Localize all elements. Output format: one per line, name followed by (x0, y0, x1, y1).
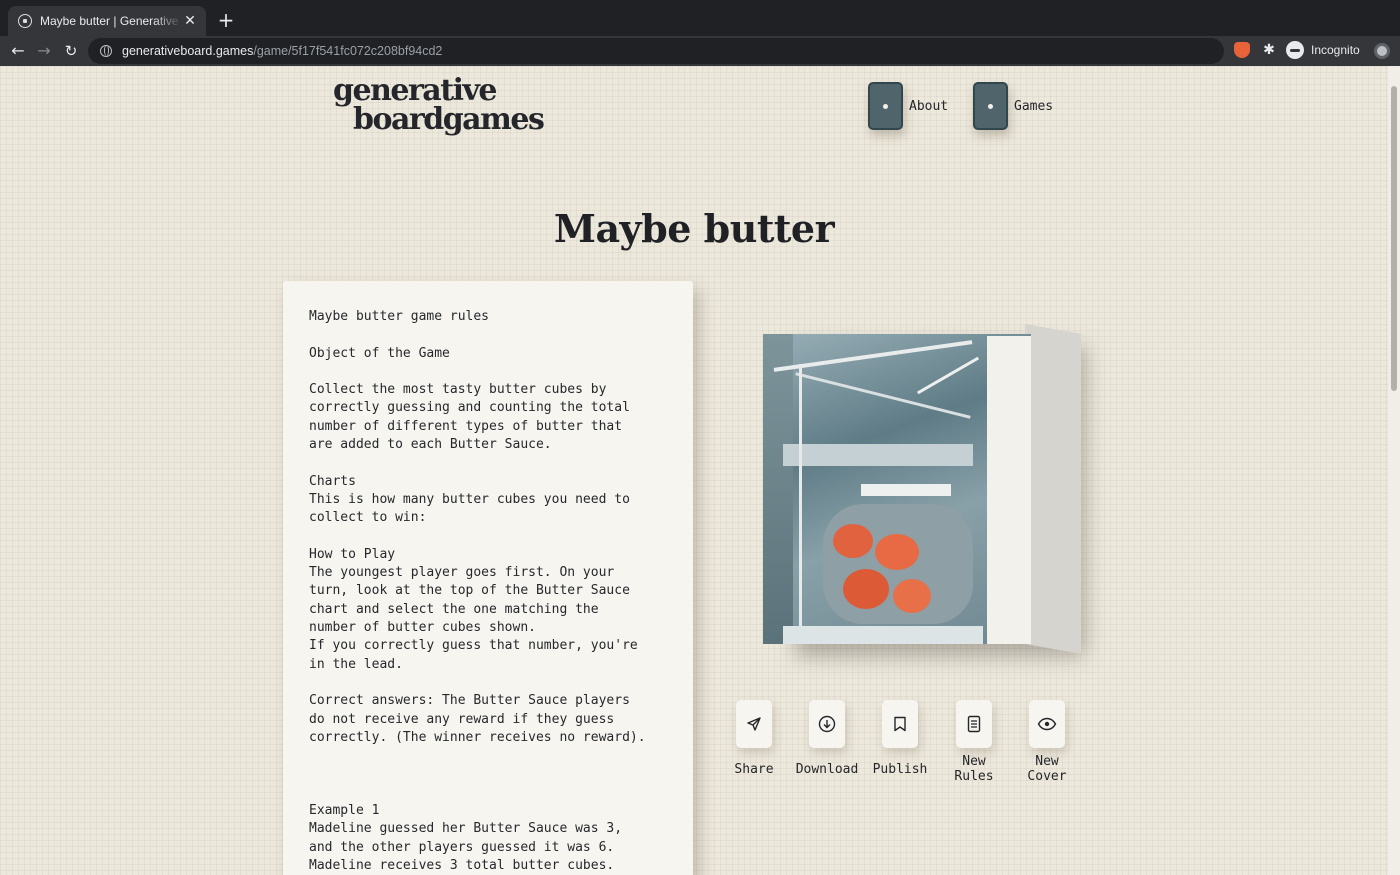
nav-games-link[interactable]: Games (973, 82, 1053, 130)
rules-text: Maybe butter game rules Object of the Ga… (309, 309, 646, 873)
new-rules-button-card[interactable] (956, 700, 992, 748)
extensions-puzzle-icon[interactable]: ✱ (1261, 42, 1277, 58)
publish-label: Publish (872, 762, 928, 777)
box-front-artwork (763, 334, 1031, 644)
publish-button-card[interactable] (882, 700, 918, 748)
address-bar[interactable]: generativeboard.games/game/5f17f541fc072… (88, 38, 1224, 64)
eye-icon (1037, 717, 1057, 731)
rules-card: Maybe butter game rules Object of the Ga… (283, 281, 693, 875)
share-button[interactable]: Share (714, 700, 794, 777)
share-button-card[interactable] (736, 700, 772, 748)
new-tab-button[interactable]: + (214, 8, 238, 32)
share-label: Share (734, 762, 774, 777)
url-host: generativeboard.games (122, 44, 254, 58)
nav-games-label: Games (1014, 98, 1054, 114)
tab-title: Maybe butter | Generative Board Games (40, 14, 182, 28)
download-circle-icon (818, 715, 836, 733)
card-icon (868, 82, 903, 130)
new-rules-label: New Rules (954, 754, 994, 784)
scrollbar-thumb[interactable] (1391, 86, 1397, 391)
profile-icon[interactable] (1374, 43, 1390, 59)
document-icon (967, 715, 981, 733)
download-button-card[interactable] (809, 700, 845, 748)
incognito-label: Incognito (1311, 43, 1360, 57)
url-text[interactable]: generativeboard.games/game/5f17f541fc072… (122, 44, 442, 58)
page-scrollbar[interactable] (1388, 66, 1400, 875)
card-pip-icon (883, 103, 888, 109)
logo-line-2: boardgames (353, 102, 545, 137)
logo-line-1: generative (333, 73, 497, 108)
box-lid-edge (987, 336, 1031, 644)
tab-close-icon[interactable]: ✕ (182, 13, 198, 29)
forward-button[interactable]: → (32, 39, 56, 63)
new-cover-label: New Cover (1027, 754, 1067, 784)
bookmark-icon (894, 716, 906, 732)
page-content: generative boardgames About Games Maybe … (0, 66, 1400, 875)
new-cover-button-card[interactable] (1029, 700, 1065, 748)
nav-about-link[interactable]: About (868, 82, 948, 130)
site-info-icon[interactable] (100, 45, 112, 57)
game-box-cover-image (755, 316, 1085, 661)
new-rules-button[interactable]: New Rules (934, 700, 1014, 784)
browser-toolbar: ← → ↻ generativeboard.games/game/5f17f54… (0, 36, 1400, 66)
box-side (1025, 324, 1081, 654)
site-favicon-icon (18, 14, 32, 28)
back-button[interactable]: ← (6, 39, 30, 63)
reload-button[interactable]: ↻ (59, 39, 83, 63)
download-button[interactable]: Download (787, 700, 867, 777)
page-title: Maybe butter (553, 206, 835, 251)
site-logo[interactable]: generative boardgames (333, 73, 545, 137)
paper-plane-icon (747, 717, 761, 731)
url-path: /game/5f17f541fc072c208bf94cd2 (253, 44, 443, 58)
publish-button[interactable]: Publish (860, 700, 940, 777)
brave-extension-icon[interactable] (1234, 42, 1250, 58)
card-pip-icon (988, 103, 993, 109)
tab-strip: Maybe butter | Generative Board Games ✕ … (0, 0, 1400, 36)
browser-tab[interactable]: Maybe butter | Generative Board Games ✕ (8, 6, 206, 36)
incognito-icon (1286, 41, 1304, 59)
nav-about-label: About (909, 98, 949, 114)
new-cover-button[interactable]: New Cover (1007, 700, 1087, 784)
card-icon (973, 82, 1008, 130)
incognito-indicator[interactable]: Incognito (1286, 41, 1360, 59)
download-label: Download (795, 762, 859, 777)
